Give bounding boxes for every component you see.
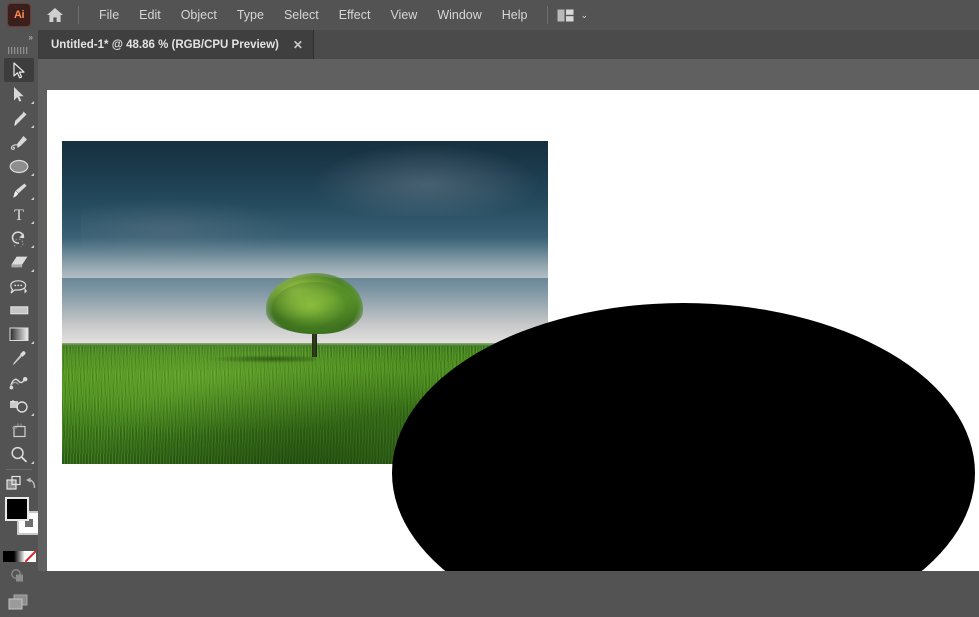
home-icon[interactable] (40, 0, 70, 30)
eyedropper-icon (12, 350, 26, 365)
tools-panel: » T (0, 30, 41, 610)
blend-icon (9, 376, 28, 389)
photo-tree (266, 273, 364, 358)
menu-item-window[interactable]: Window (427, 0, 491, 30)
menu-item-file[interactable]: File (89, 0, 129, 30)
tool-group-selection: T (0, 56, 38, 466)
selection-tool[interactable] (0, 58, 38, 82)
close-icon[interactable]: ✕ (293, 39, 303, 51)
screen-mode-row (0, 589, 38, 617)
rotate-arrow-icon (11, 230, 25, 247)
toolbar-drag-handle[interactable] (0, 44, 38, 56)
drawing-mode-row (0, 563, 38, 589)
scale-shaper-icon (10, 279, 27, 293)
app-logo-icon[interactable]: Ai (7, 3, 31, 27)
ellipse-icon (9, 159, 29, 173)
pen-tool[interactable] (0, 106, 38, 130)
menu-item-help[interactable]: Help (492, 0, 538, 30)
arrange-documents-icon (557, 9, 573, 21)
color-mode-swatches (0, 549, 38, 563)
menu-item-object[interactable]: Object (171, 0, 227, 30)
menu-items: File Edit Object Type Select Effect View… (89, 0, 538, 30)
menu-item-select[interactable]: Select (274, 0, 329, 30)
selection-arrow-icon (12, 61, 25, 78)
menu-divider (78, 6, 79, 24)
artboard-icon (12, 423, 26, 437)
rotate-tool[interactable] (0, 226, 38, 250)
paintbrush-tool[interactable] (0, 178, 38, 202)
eraser-icon (10, 256, 27, 267)
ellipse-tool[interactable] (0, 154, 38, 178)
menu-bar: Ai File Edit Object Type Select Effect V… (0, 0, 979, 30)
illustrator-window: Ai File Edit Object Type Select Effect V… (0, 0, 979, 610)
blend-tool[interactable] (0, 370, 38, 394)
gradient-icon (9, 327, 29, 341)
shape-builder-tool[interactable] (0, 394, 38, 418)
fill-color-swatch[interactable] (5, 497, 29, 521)
paintbrush-icon (12, 183, 27, 198)
canvas-area[interactable] (38, 59, 979, 571)
none-swatch-icon[interactable] (24, 550, 36, 562)
grip-icon (8, 46, 28, 54)
gradient-swatch-icon[interactable] (13, 550, 25, 562)
eyedropper-tool[interactable] (0, 346, 38, 370)
artboard[interactable] (47, 90, 979, 571)
toolbar-edit-row (0, 473, 38, 495)
scale-tool[interactable] (0, 274, 38, 298)
free-transform-tool[interactable] (0, 298, 38, 322)
toolbar-divider (6, 469, 32, 470)
menu-item-type[interactable]: Type (227, 0, 274, 30)
menu-item-effect[interactable]: Effect (329, 0, 381, 30)
document-tab[interactable]: Untitled-1* @ 48.86 % (RGB/CPU Preview) … (37, 30, 314, 59)
direct-selection-arrow-icon (14, 86, 24, 102)
direct-selection-tool[interactable] (0, 82, 38, 106)
expand-toolbar-icon[interactable]: » (0, 30, 38, 44)
drawing-mode-icon[interactable] (10, 568, 26, 583)
free-transform-icon (9, 305, 28, 314)
zoom-tool[interactable] (0, 442, 38, 466)
type-tool[interactable]: T (0, 202, 38, 226)
menu-item-view[interactable]: View (380, 0, 427, 30)
edit-toolbar-icon[interactable] (6, 475, 23, 492)
photo-cloud (314, 145, 539, 216)
curvature-tool[interactable] (0, 130, 38, 154)
magnifier-icon (11, 446, 27, 462)
curvature-pen-icon (10, 135, 27, 150)
app-logo-text: Ai (14, 9, 25, 21)
pen-nib-icon (13, 111, 26, 126)
photo-tree-canopy-highlight (271, 281, 358, 334)
gradient-tool[interactable] (0, 322, 38, 346)
undo-arrow-icon[interactable] (25, 476, 37, 490)
photo-horizon-haze (62, 236, 548, 279)
screen-mode-icon[interactable] (8, 594, 29, 611)
menu-divider-right (546, 6, 548, 24)
arrange-documents-button[interactable]: ⌄ (557, 9, 589, 22)
document-tab-bar: Untitled-1* @ 48.86 % (RGB/CPU Preview) … (0, 30, 979, 59)
svg-text:T: T (14, 207, 24, 222)
shape-builder-icon (10, 400, 28, 413)
color-swatch-icon[interactable] (2, 550, 14, 562)
document-tab-title: Untitled-1* @ 48.86 % (RGB/CPU Preview) (51, 38, 279, 51)
artboard-tool[interactable] (0, 418, 38, 442)
menu-item-edit[interactable]: Edit (129, 0, 171, 30)
chevron-down-icon: ⌄ (580, 9, 589, 20)
fill-stroke-controls (0, 495, 41, 547)
type-t-icon: T (14, 207, 24, 222)
eraser-tool[interactable] (0, 250, 38, 274)
